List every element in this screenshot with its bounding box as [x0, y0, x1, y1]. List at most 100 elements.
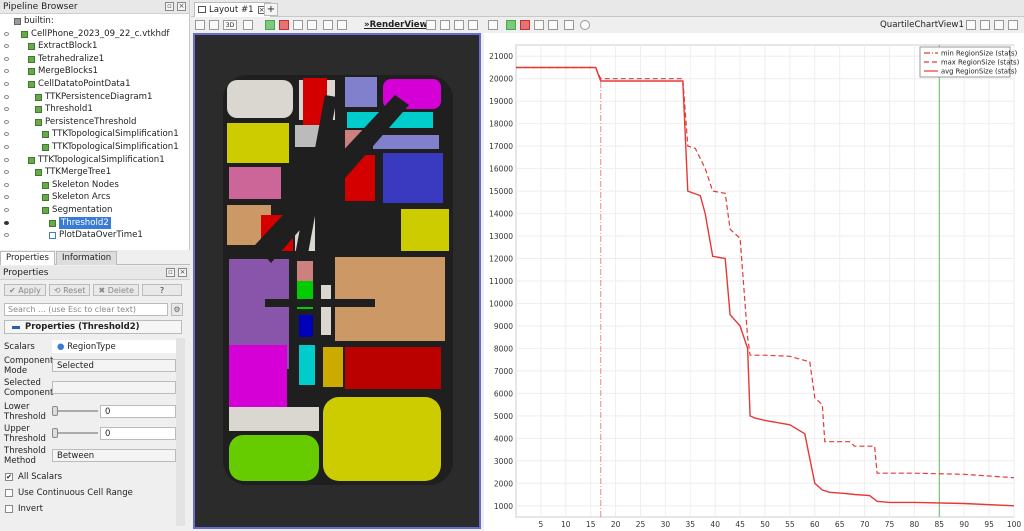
visibility-eye-icon[interactable]	[4, 69, 9, 74]
properties-section-header[interactable]: Properties (Threshold2)	[4, 320, 182, 334]
capture-icon[interactable]	[209, 20, 219, 30]
y-tick-label: 9000	[494, 322, 513, 331]
pipeline-item[interactable]: TTKTopologicalSimplification1	[0, 154, 189, 167]
pipeline-item[interactable]: Skeleton Nodes	[0, 179, 189, 192]
render-view-label[interactable]: »RenderView1	[364, 19, 434, 31]
tab-information[interactable]: Information	[55, 251, 118, 265]
close-icon[interactable]: ×	[178, 268, 187, 277]
pipeline-item[interactable]: Skeleton Arcs	[0, 191, 189, 204]
pipeline-item[interactable]: builtin:	[0, 15, 189, 28]
select-points-icon[interactable]	[265, 20, 275, 30]
camera-icon[interactable]	[195, 20, 205, 30]
render-view[interactable]	[193, 33, 481, 529]
add-tab-button[interactable]: +	[264, 3, 278, 16]
select-cells-icon[interactable]	[520, 20, 530, 30]
float-icon[interactable]: ▫	[165, 2, 174, 11]
upper-threshold-slider[interactable]	[52, 427, 98, 439]
split-horizontal-icon[interactable]	[966, 20, 976, 30]
visibility-eye-icon[interactable]	[4, 132, 9, 137]
visibility-eye-icon[interactable]	[4, 107, 9, 112]
close-view-icon[interactable]	[1008, 20, 1018, 30]
threshold-method-select[interactable]: Between	[52, 449, 176, 462]
invert-checkbox[interactable]: Invert	[4, 504, 43, 515]
pipeline-item[interactable]: ExtractBlock1	[0, 40, 189, 53]
properties-panel: Properties ▫ × ✔ Apply ⟲ Reset ✖ Delete ?…	[0, 266, 190, 531]
visibility-eye-icon[interactable]	[4, 208, 9, 212]
pipeline-item[interactable]: PlotDataOverTime1	[0, 229, 189, 242]
reset-camera-icon[interactable]	[243, 20, 253, 30]
split-vertical-icon[interactable]	[980, 20, 990, 30]
delete-button[interactable]: ✖ Delete	[93, 284, 139, 296]
toggle-3d-button[interactable]: 3D	[223, 20, 237, 30]
visibility-eye-icon[interactable]	[4, 157, 9, 162]
pipeline-item[interactable]: Threshold1	[0, 103, 189, 116]
all-scalars-checkbox[interactable]: ✔ All Scalars	[4, 472, 62, 483]
properties-scrollbar[interactable]	[176, 338, 185, 526]
pipeline-item[interactable]: TTKPersistenceDiagram1	[0, 91, 189, 104]
pipeline-item[interactable]: MergeBlocks1	[0, 65, 189, 78]
component-mode-select[interactable]: Selected	[52, 359, 176, 372]
pipeline-item[interactable]: PersistenceThreshold	[0, 116, 189, 129]
y-tick-label: 14000	[489, 210, 513, 219]
lower-threshold-input[interactable]: 0	[100, 405, 176, 418]
pipeline-item[interactable]: TTKMergeTree1	[0, 166, 189, 179]
maximize-icon[interactable]	[454, 20, 464, 30]
x-tick-label: 95	[984, 520, 994, 529]
pipeline-item[interactable]: TTKTopologicalSimplification1	[0, 141, 189, 154]
help-button[interactable]: ?	[142, 284, 182, 296]
visibility-eye-icon[interactable]	[4, 182, 9, 187]
select-points-icon[interactable]	[506, 20, 516, 30]
interactive-select-icon[interactable]	[323, 20, 333, 30]
quartile-chart-view[interactable]: 1000 2000 3000 4000 5000 6000 7000 8000 9000 1000…	[484, 33, 1024, 531]
float-icon[interactable]: ▫	[166, 268, 175, 277]
toggle-axis-icon[interactable]	[564, 20, 574, 30]
x-tick-label: 15	[586, 520, 596, 529]
visibility-eye-icon[interactable]	[4, 220, 9, 225]
split-vertical-icon[interactable]	[440, 20, 450, 30]
close-view-icon[interactable]	[468, 20, 478, 30]
visibility-eye-icon[interactable]	[4, 82, 9, 86]
scalars-select[interactable]: ● RegionType	[52, 340, 176, 353]
visibility-eye-icon[interactable]	[4, 94, 9, 99]
visibility-eye-icon[interactable]	[4, 195, 9, 200]
visibility-eye-icon[interactable]	[4, 56, 9, 61]
select-frustum-icon[interactable]	[293, 20, 303, 30]
selected-component-select[interactable]	[52, 381, 176, 394]
pipeline-item[interactable]: Tetrahedralize1	[0, 53, 189, 66]
hover-icon[interactable]	[337, 20, 347, 30]
select-polygon-icon[interactable]	[548, 20, 558, 30]
cube-icon	[28, 55, 35, 63]
visibility-eye-icon[interactable]	[4, 145, 9, 149]
select-cells-icon[interactable]	[279, 20, 289, 30]
layout-tab[interactable]: Layout #1 ×	[194, 2, 271, 17]
tab-properties[interactable]: Properties	[0, 251, 55, 265]
pipeline-item[interactable]: Threshold2	[0, 216, 189, 230]
select-frustum-icon[interactable]	[534, 20, 544, 30]
reset-button[interactable]: ⟲ Reset	[48, 284, 91, 296]
pipeline-item[interactable]: TTKTopologicalSimplification1	[0, 128, 189, 141]
visibility-eye-icon[interactable]	[4, 170, 9, 175]
visibility-eye-icon[interactable]	[4, 31, 9, 36]
maximize-icon[interactable]	[994, 20, 1004, 30]
properties-search-input[interactable]: Search ... (use Esc to clear text)	[4, 303, 168, 316]
capture-icon[interactable]	[488, 20, 498, 30]
select-polygon-icon[interactable]	[307, 20, 317, 30]
apply-button[interactable]: ✔ Apply	[4, 284, 46, 296]
pipeline-item[interactable]: CellPhone_2023_09_22_c.vtkhdf	[0, 28, 189, 41]
chart-view-label[interactable]: QuartileChartView1	[880, 19, 964, 31]
scalars-label: Scalars	[4, 342, 35, 352]
pipeline-item[interactable]: CellDatatoPointData1	[0, 78, 189, 91]
y-tick-label: 4000	[494, 434, 513, 443]
upper-threshold-input[interactable]: 0	[100, 427, 176, 440]
pipeline-item[interactable]: Segmentation	[0, 204, 189, 217]
close-icon[interactable]: ×	[177, 2, 186, 11]
visibility-eye-icon[interactable]	[4, 233, 9, 238]
split-horizontal-icon[interactable]	[426, 20, 436, 30]
pipeline-item-label: CellPhone_2023_09_22_c.vtkhdf	[31, 28, 170, 39]
gear-icon[interactable]: ⚙	[171, 303, 183, 316]
lower-threshold-slider[interactable]	[52, 405, 98, 417]
settings-icon[interactable]	[580, 20, 590, 30]
visibility-eye-icon[interactable]	[4, 119, 9, 124]
continuous-cell-range-checkbox[interactable]: Use Continuous Cell Range	[4, 488, 133, 499]
visibility-eye-icon[interactable]	[4, 44, 9, 49]
